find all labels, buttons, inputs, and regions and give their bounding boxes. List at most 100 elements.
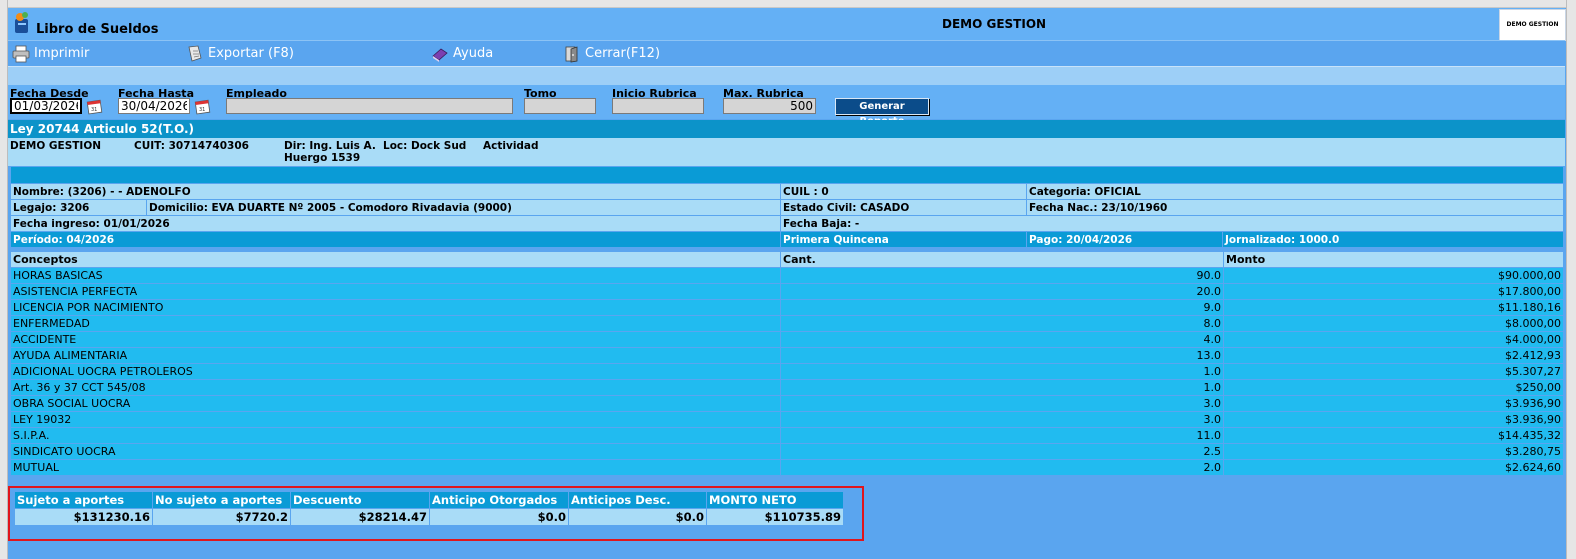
svg-text:31: 31 bbox=[199, 107, 205, 113]
company-locality: Loc: Dock Sud bbox=[383, 140, 467, 152]
concept-name: S.I.P.A. bbox=[10, 427, 781, 444]
brand-logo: DEMO GESTION bbox=[1499, 9, 1566, 41]
concept-name: ADICIONAL UOCRA PETROLEROS bbox=[10, 363, 781, 380]
daily-rate: Jornalizado: 1000.0 bbox=[1222, 231, 1564, 248]
table-row: ACCIDENTE 4.0 $4.000,00 bbox=[10, 331, 1564, 348]
concept-amount: $250,00 bbox=[1223, 379, 1564, 396]
concept-quantity: 1.0 bbox=[780, 379, 1224, 396]
generate-report-button[interactable]: Generar Reporte bbox=[835, 98, 929, 127]
concept-name: ASISTENCIA PERFECTA bbox=[10, 283, 781, 300]
company-cuit: CUIT: 30714740306 bbox=[134, 140, 249, 152]
concept-name: AYUDA ALIMENTARIA bbox=[10, 347, 781, 364]
concept-quantity: 13.0 bbox=[780, 347, 1224, 364]
totals-highlight: Sujeto a aportes No sujeto a aportes Des… bbox=[8, 486, 864, 541]
concept-amount: $8.000,00 bbox=[1223, 315, 1564, 332]
tomo-input[interactable] bbox=[524, 98, 596, 114]
concept-amount: $11.180,16 bbox=[1223, 299, 1564, 316]
table-row: LICENCIA POR NACIMIENTO 9.0 $11.180,16 bbox=[10, 299, 1564, 316]
concept-amount: $2.624,60 bbox=[1223, 459, 1564, 476]
concept-name: Art. 36 y 37 CCT 545/08 bbox=[10, 379, 781, 396]
total-advances-granted: $0.0 bbox=[429, 508, 569, 526]
quantity-column-header: Cant. bbox=[780, 251, 1224, 268]
fortnight: Primera Quincena bbox=[780, 231, 1027, 248]
concept-name: SINDICATO UOCRA bbox=[10, 443, 781, 460]
total-header: Anticipos Desc. bbox=[568, 491, 707, 509]
total-net-amount: $110735.89 bbox=[706, 508, 844, 526]
law-header-text: Ley 20744 Articulo 52(T.O.) bbox=[10, 122, 195, 136]
concept-name: HORAS BASICAS bbox=[10, 267, 781, 284]
company-activity: Actividad bbox=[483, 140, 539, 152]
date-to-input[interactable] bbox=[118, 98, 190, 114]
company-name: DEMO GESTION bbox=[10, 140, 102, 152]
calendar-icon[interactable]: 31 bbox=[194, 97, 212, 115]
table-row: MUTUAL 2.0 $2.624,60 bbox=[10, 459, 1564, 476]
concept-amount: $3.280,75 bbox=[1223, 443, 1564, 460]
app-logo-icon bbox=[15, 12, 28, 33]
concept-quantity: 11.0 bbox=[780, 427, 1224, 444]
app-title: Libro de Sueldos bbox=[36, 22, 159, 37]
concept-quantity: 3.0 bbox=[780, 395, 1224, 412]
total-header: Anticipo Otorgados bbox=[429, 491, 569, 509]
help-book-icon bbox=[432, 48, 448, 62]
employee-row: Nombre: (3206) - - ADENOLFO CUIL : 0 Cat… bbox=[10, 183, 1564, 200]
total-subject-contributions: $131230.16 bbox=[14, 508, 153, 526]
separator-strip bbox=[8, 66, 1565, 86]
concept-name: ENFERMEDAD bbox=[10, 315, 781, 332]
table-row: S.I.P.A. 11.0 $14.435,32 bbox=[10, 427, 1564, 444]
concept-quantity: 3.0 bbox=[780, 411, 1224, 428]
title-bar: Libro de Sueldos DEMO GESTION DEMO GESTI… bbox=[8, 8, 1566, 41]
company-title: DEMO GESTION bbox=[942, 17, 1047, 31]
employee-civil-status: Estado Civil: CASADO bbox=[780, 199, 1027, 216]
employee-row: Legajo: 3206 Domicilio: EVA DUARTE Nº 20… bbox=[10, 199, 1564, 216]
table-row: ENFERMEDAD 8.0 $8.000,00 bbox=[10, 315, 1564, 332]
payment-date: Pago: 20/04/2026 bbox=[1026, 231, 1223, 248]
concepts-header-row: Conceptos Cant. Monto bbox=[10, 251, 1564, 268]
date-from-input[interactable] bbox=[10, 98, 82, 114]
total-non-subject: $7720.2 bbox=[152, 508, 291, 526]
total-advances-discounted: $0.0 bbox=[568, 508, 707, 526]
totals-header-row: Sujeto a aportes No sujeto a aportes Des… bbox=[14, 491, 844, 509]
table-row: LEY 19032 3.0 $3.936,90 bbox=[10, 411, 1564, 428]
concept-amount: $3.936,90 bbox=[1223, 395, 1564, 412]
concept-quantity: 90.0 bbox=[780, 267, 1224, 284]
total-discount: $28214.47 bbox=[290, 508, 430, 526]
total-header: MONTO NETO bbox=[706, 491, 844, 509]
concept-amount: $90.000,00 bbox=[1223, 267, 1564, 284]
company-address-line1: Dir: Ing. Luis A. bbox=[284, 140, 376, 152]
window-frame-left bbox=[0, 0, 8, 559]
concept-quantity: 8.0 bbox=[780, 315, 1224, 332]
printer-icon bbox=[12, 45, 30, 63]
concept-amount: $2.412,93 bbox=[1223, 347, 1564, 364]
close-door-icon bbox=[565, 46, 578, 63]
concept-name: LICENCIA POR NACIMIENTO bbox=[10, 299, 781, 316]
concept-name: OBRA SOCIAL UOCRA bbox=[10, 395, 781, 412]
table-row: Art. 36 y 37 CCT 545/08 1.0 $250,00 bbox=[10, 379, 1564, 396]
table-row: ASISTENCIA PERFECTA 20.0 $17.800,00 bbox=[10, 283, 1564, 300]
amount-column-header: Monto bbox=[1223, 251, 1564, 268]
calendar-icon[interactable]: 31 bbox=[86, 97, 104, 115]
concept-quantity: 1.0 bbox=[780, 363, 1224, 380]
totals-value-row: $131230.16 $7720.2 $28214.47 $0.0 $0.0 $… bbox=[14, 508, 844, 526]
table-row: HORAS BASICAS 90.0 $90.000,00 bbox=[10, 267, 1564, 284]
total-header: Sujeto a aportes bbox=[14, 491, 153, 509]
employee-name: Nombre: (3206) - - ADENOLFO bbox=[10, 183, 781, 200]
rubrica-start-input[interactable] bbox=[612, 98, 704, 114]
company-address-line2: Huergo 1539 bbox=[284, 152, 361, 164]
totals-table: Sujeto a aportes No sujeto a aportes Des… bbox=[14, 491, 844, 526]
employee-row: Fecha ingreso: 01/01/2026 Fecha Baja: - bbox=[10, 215, 1564, 232]
period-row: Período: 04/2026 Primera Quincena Pago: … bbox=[10, 231, 1564, 248]
concept-amount: $5.307,27 bbox=[1223, 363, 1564, 380]
law-header: Ley 20744 Articulo 52(T.O.) bbox=[8, 120, 1565, 138]
concept-quantity: 4.0 bbox=[780, 331, 1224, 348]
svg-text:31: 31 bbox=[91, 107, 97, 113]
window-frame-right bbox=[1566, 0, 1576, 559]
employee-input[interactable] bbox=[226, 98, 513, 114]
employee-cuil: CUIL : 0 bbox=[780, 183, 1027, 200]
company-info: DEMO GESTION CUIT: 30714740306 Dir: Ing.… bbox=[8, 138, 1565, 166]
table-row: SINDICATO UOCRA 2.5 $3.280,75 bbox=[10, 443, 1564, 460]
close-label: Cerrar(F12) bbox=[585, 46, 661, 61]
help-label: Ayuda bbox=[453, 46, 494, 61]
rubrica-max-input[interactable] bbox=[723, 98, 816, 114]
total-header: Descuento bbox=[290, 491, 430, 509]
total-header: No sujeto a aportes bbox=[152, 491, 291, 509]
